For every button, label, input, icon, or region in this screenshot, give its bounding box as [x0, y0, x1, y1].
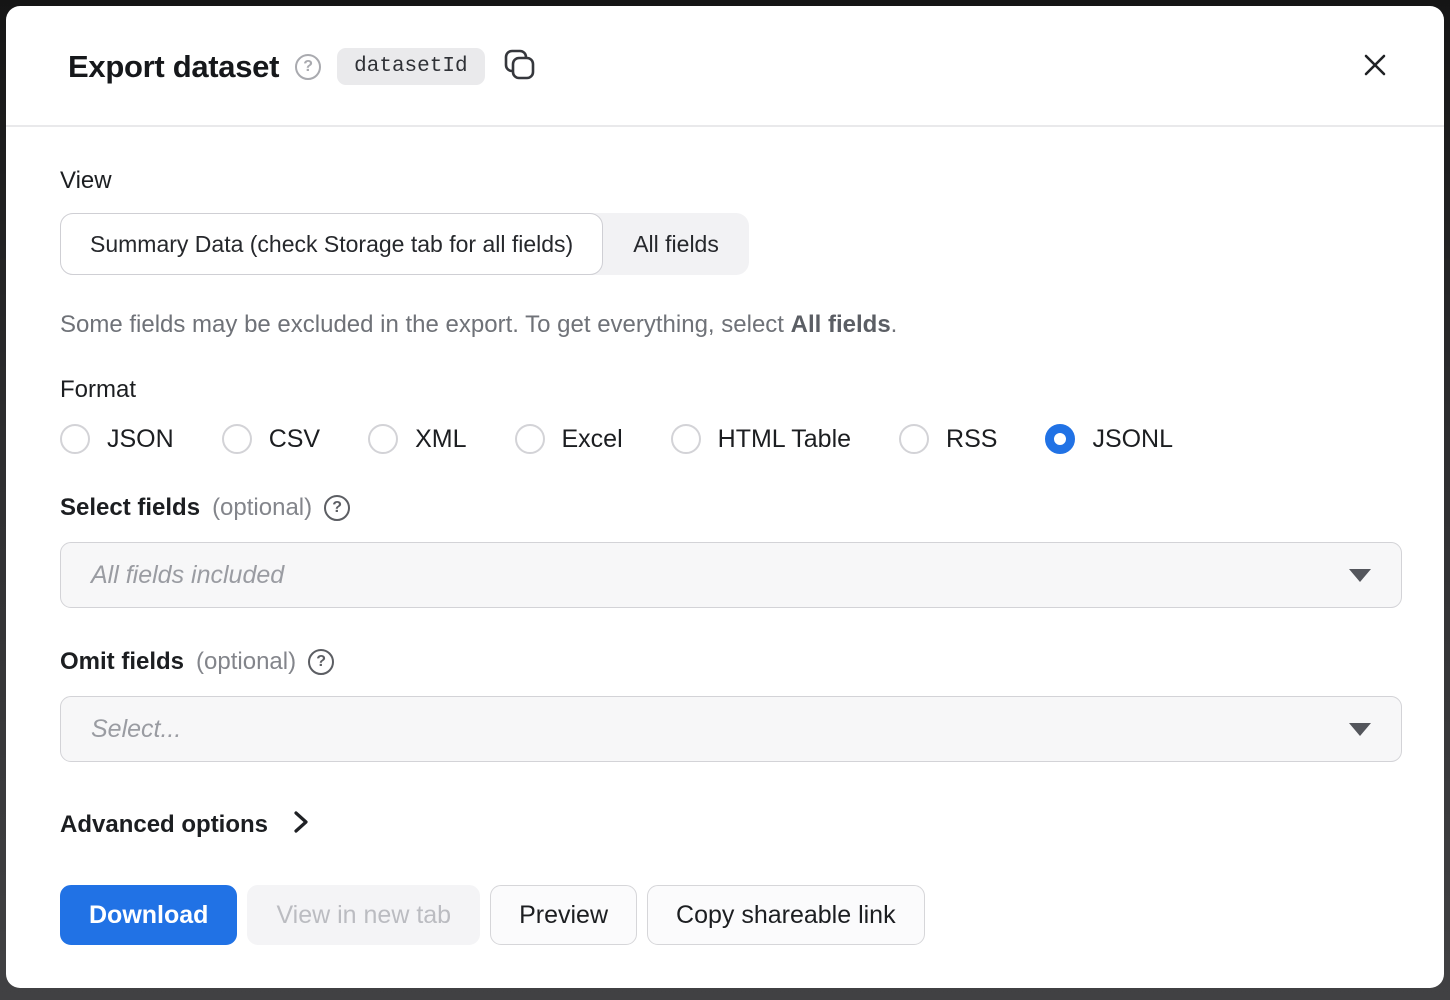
preview-button[interactable]: Preview: [490, 885, 637, 945]
help-icon[interactable]: ?: [295, 54, 321, 80]
format-label: Format: [60, 376, 1396, 404]
format-option-excel[interactable]: Excel: [515, 424, 623, 454]
format-option-xml[interactable]: XML: [368, 424, 466, 454]
advanced-options-label: Advanced options: [60, 811, 268, 839]
download-button[interactable]: Download: [60, 885, 237, 945]
format-section: Format JSON CSV XML Excel: [60, 376, 1396, 454]
chevron-down-icon: [1349, 569, 1371, 582]
modal-title: Export dataset: [68, 49, 279, 85]
copy-icon: [503, 48, 537, 85]
action-buttons: Download View in new tab Preview Copy sh…: [60, 885, 1396, 945]
omit-fields-placeholder: Select...: [91, 715, 1349, 744]
format-option-jsonl[interactable]: JSONL: [1045, 424, 1173, 454]
format-option-rss[interactable]: RSS: [899, 424, 997, 454]
copy-shareable-link-button[interactable]: Copy shareable link: [647, 885, 925, 945]
view-helper-text: Some fields may be excluded in the expor…: [60, 309, 1396, 340]
omit-fields-help-icon[interactable]: ?: [308, 649, 334, 675]
dataset-id-badge: datasetId: [337, 48, 484, 85]
chevron-right-icon: [290, 808, 312, 841]
omit-fields-section: Omit fields (optional) ? Select...: [60, 648, 1396, 762]
format-option-json[interactable]: JSON: [60, 424, 174, 454]
view-segmented-control: Summary Data (check Storage tab for all …: [60, 213, 749, 275]
export-dataset-modal: Export dataset ? datasetId View Summary: [6, 6, 1444, 988]
chevron-down-icon: [1349, 723, 1371, 736]
radio-icon: [222, 424, 252, 454]
view-option-summary-data[interactable]: Summary Data (check Storage tab for all …: [60, 213, 603, 275]
format-radio-group: JSON CSV XML Excel HTML Table: [60, 424, 1396, 454]
select-fields-section: Select fields (optional) ? All fields in…: [60, 494, 1396, 608]
radio-icon: [60, 424, 90, 454]
omit-fields-label: Omit fields: [60, 648, 184, 676]
view-label: View: [60, 167, 1396, 195]
close-button[interactable]: [1356, 46, 1394, 87]
format-option-csv[interactable]: CSV: [222, 424, 320, 454]
format-option-html-table[interactable]: HTML Table: [671, 424, 851, 454]
radio-icon: [899, 424, 929, 454]
radio-icon: [1045, 424, 1075, 454]
radio-icon: [368, 424, 398, 454]
omit-fields-optional: (optional): [196, 648, 296, 676]
modal-header: Export dataset ? datasetId: [6, 6, 1444, 127]
close-icon: [1360, 50, 1390, 83]
view-in-new-tab-button[interactable]: View in new tab: [247, 885, 480, 945]
select-fields-optional: (optional): [212, 494, 312, 522]
advanced-options-toggle[interactable]: Advanced options: [60, 808, 1396, 841]
select-fields-dropdown[interactable]: All fields included: [60, 542, 1402, 608]
modal-body: View Summary Data (check Storage tab for…: [6, 127, 1444, 988]
radio-icon: [671, 424, 701, 454]
select-fields-placeholder: All fields included: [91, 561, 1349, 590]
omit-fields-dropdown[interactable]: Select...: [60, 696, 1402, 762]
copy-dataset-id-button[interactable]: [501, 46, 539, 87]
select-fields-help-icon[interactable]: ?: [324, 495, 350, 521]
view-option-all-fields[interactable]: All fields: [603, 213, 749, 275]
select-fields-label: Select fields: [60, 494, 200, 522]
radio-icon: [515, 424, 545, 454]
